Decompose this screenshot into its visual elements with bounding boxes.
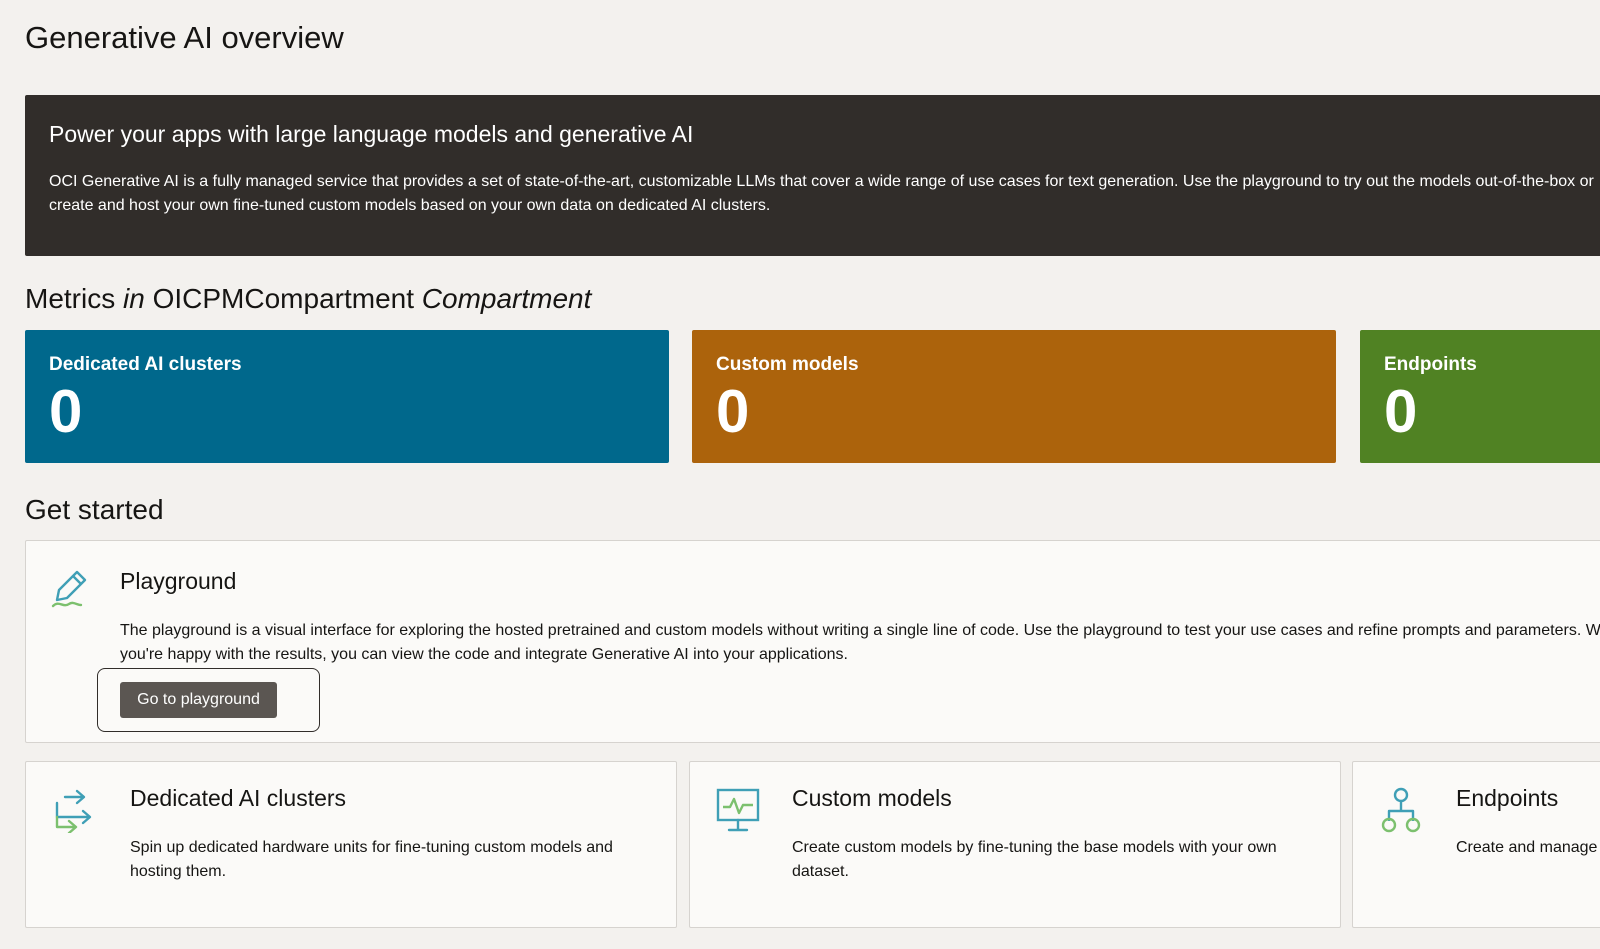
metrics-heading-in: in xyxy=(123,283,145,314)
dedicated-ai-clusters-title[interactable]: Dedicated AI clusters xyxy=(130,785,346,812)
playground-description: The playground is a visual interface for… xyxy=(120,622,1600,663)
generative-ai-overview-page: Generative AI overview Power your apps w… xyxy=(0,0,1600,949)
endpoints-title[interactable]: Endpoints xyxy=(1456,785,1558,812)
intro-banner: Power your apps with large language mode… xyxy=(25,95,1600,256)
dedicated-ai-clusters-description: Spin up dedicated hardware units for fin… xyxy=(130,839,613,880)
custom-models-description: Create custom models by fine-tuning the … xyxy=(792,839,1277,880)
metric-card-endpoints: Endpoints 0 xyxy=(1360,330,1600,463)
get-started-heading: Get started xyxy=(25,494,164,525)
metric-value: 0 xyxy=(716,378,750,445)
metric-card-dedicated-ai-clusters: Dedicated AI clusters 0 xyxy=(25,330,669,463)
endpoints-description: Create and manage endpoints xyxy=(1456,839,1600,856)
banner-description: OCI Generative AI is a fully managed ser… xyxy=(49,173,1594,214)
metric-label: Dedicated AI clusters xyxy=(49,354,242,375)
metric-card-custom-models: Custom models 0 xyxy=(692,330,1336,463)
go-to-playground-button[interactable]: Go to playground xyxy=(120,682,277,718)
banner-title: Power your apps with large language mode… xyxy=(49,121,694,147)
network-nodes-icon xyxy=(1381,787,1421,833)
metric-value: 0 xyxy=(1384,378,1418,445)
metrics-heading-suffix: Compartment xyxy=(421,283,592,314)
metrics-heading-prefix: Metrics xyxy=(25,283,116,314)
metric-label: Custom models xyxy=(716,354,859,375)
playground-title: Playground xyxy=(120,568,237,594)
transfer-arrows-icon xyxy=(55,789,92,833)
metric-value: 0 xyxy=(49,378,83,445)
metrics-compartment-name: OICPMCompartment xyxy=(152,283,414,314)
metric-label: Endpoints xyxy=(1384,354,1477,375)
monitor-chart-icon xyxy=(716,788,760,832)
pencil-icon xyxy=(51,570,87,608)
custom-models-title[interactable]: Custom models xyxy=(792,785,952,812)
metrics-heading: Metrics in OICPMCompartment Compartment xyxy=(25,283,591,315)
page-title: Generative AI overview xyxy=(25,20,344,55)
